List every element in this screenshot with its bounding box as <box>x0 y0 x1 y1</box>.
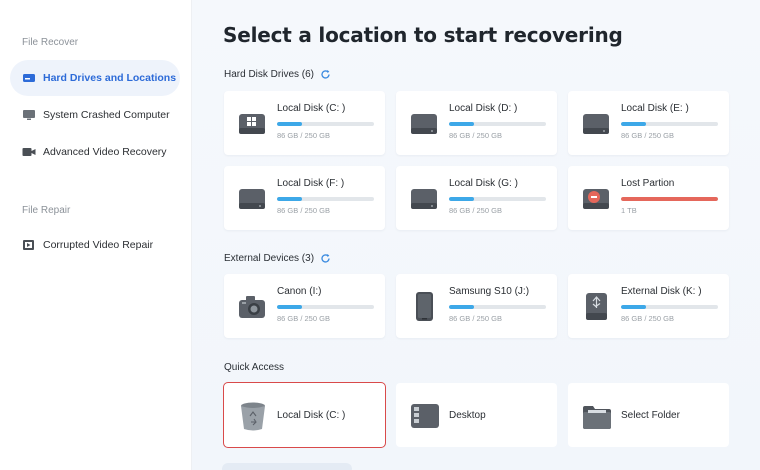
usage-fill <box>277 305 303 309</box>
hard-disk-drives-heading: Hard Disk Drives (6) <box>224 69 331 80</box>
device-card-samsung[interactable]: Samsung S10 (J:) 86 GB / 250 GB <box>396 274 557 338</box>
video-repair-icon <box>22 239 36 251</box>
external-disk-icon <box>582 291 610 321</box>
drive-name: Local Disk (D: ) <box>449 103 518 114</box>
drive-name: Local Disk (G: ) <box>449 178 518 189</box>
device-size: 86 GB / 250 GB <box>449 314 502 323</box>
sidebar-item-hard-drives[interactable]: Hard Drives and Locations <box>10 60 180 96</box>
sidebar: File Recover Hard Drives and Locations S… <box>0 0 192 470</box>
drive-icon <box>410 108 438 138</box>
device-name: External Disk (K: ) <box>621 286 702 297</box>
sidebar-item-label: Advanced Video Recovery <box>43 146 167 158</box>
quick-access-label: Quick Access <box>224 362 285 373</box>
quick-card-select-folder[interactable]: Select Folder <box>568 383 729 447</box>
refresh-icon[interactable] <box>320 69 331 80</box>
quick-name: Local Disk (C: ) <box>277 410 346 421</box>
usage-bar <box>449 305 546 309</box>
usage-bar <box>449 197 546 201</box>
usage-fill <box>621 122 647 126</box>
drive-card-e[interactable]: Local Disk (E: ) 86 GB / 250 GB <box>568 91 729 155</box>
sidebar-item-label: System Crashed Computer <box>43 109 170 121</box>
drive-card-lost-partition[interactable]: Lost Partion 1 TB <box>568 166 729 230</box>
quick-name: Desktop <box>449 410 486 421</box>
usage-fill <box>621 197 718 201</box>
drive-size: 86 GB / 250 GB <box>277 206 330 215</box>
quick-card-desktop[interactable]: Desktop <box>396 383 557 447</box>
section-file-recover: File Recover <box>22 37 79 48</box>
drive-card-c[interactable]: Local Disk (C: ) 86 GB / 250 GB <box>224 91 385 155</box>
usage-fill <box>449 305 475 309</box>
device-name: Samsung S10 (J:) <box>449 286 530 297</box>
usage-bar <box>277 197 374 201</box>
sidebar-item-advanced-video[interactable]: Advanced Video Recovery <box>10 134 180 170</box>
sidebar-item-label: Corrupted Video Repair <box>43 239 154 251</box>
drive-icon <box>238 183 266 213</box>
refresh-icon[interactable] <box>320 253 331 264</box>
windows-drive-icon <box>238 108 266 138</box>
main-panel: Select a location to start recovering Ha… <box>192 0 760 470</box>
device-card-external-disk[interactable]: External Disk (K: ) 86 GB / 250 GB <box>568 274 729 338</box>
device-name: Canon (I:) <box>277 286 322 297</box>
sidebar-item-label: Hard Drives and Locations <box>43 72 177 84</box>
usage-bar <box>621 305 718 309</box>
drive-name: Local Disk (F: ) <box>277 178 345 189</box>
page-title: Select a location to start recovering <box>223 23 623 47</box>
hard-drive-icon <box>22 72 36 84</box>
device-size: 86 GB / 250 GB <box>277 314 330 323</box>
camera-icon <box>238 291 266 321</box>
usage-fill <box>621 305 647 309</box>
desktop-icon <box>410 400 440 432</box>
usage-bar <box>277 122 374 126</box>
drive-size: 86 GB / 250 GB <box>621 131 674 140</box>
usage-fill <box>449 197 475 201</box>
usage-bar <box>621 122 718 126</box>
monitor-icon <box>22 109 36 121</box>
section-file-repair: File Repair <box>22 205 71 216</box>
recycle-bin-icon <box>238 400 268 432</box>
drive-size: 86 GB / 250 GB <box>449 131 502 140</box>
sidebar-item-system-crashed[interactable]: System Crashed Computer <box>10 97 180 133</box>
drive-icon <box>582 108 610 138</box>
external-devices-label: External Devices (3) <box>224 253 315 264</box>
drive-card-g[interactable]: Local Disk (G: ) 86 GB / 250 GB <box>396 166 557 230</box>
folder-icon <box>582 400 612 432</box>
hard-disk-drives-label: Hard Disk Drives (6) <box>224 69 315 80</box>
drive-size: 1 TB <box>621 206 637 215</box>
bottom-link[interactable] <box>222 463 352 470</box>
device-size: 86 GB / 250 GB <box>621 314 674 323</box>
phone-icon <box>410 291 438 321</box>
lost-partition-icon <box>582 183 610 213</box>
usage-fill <box>277 122 303 126</box>
usage-bar <box>277 305 374 309</box>
drive-size: 86 GB / 250 GB <box>277 131 330 140</box>
usage-bar <box>449 122 546 126</box>
usage-bar <box>621 197 718 201</box>
drive-name: Lost Partion <box>621 178 675 189</box>
drive-size: 86 GB / 250 GB <box>449 206 502 215</box>
drive-card-d[interactable]: Local Disk (D: ) 86 GB / 250 GB <box>396 91 557 155</box>
sidebar-item-corrupted-video[interactable]: Corrupted Video Repair <box>10 227 180 263</box>
external-devices-heading: External Devices (3) <box>224 253 331 264</box>
drive-name: Local Disk (E: ) <box>621 103 689 114</box>
quick-name: Select Folder <box>621 410 680 421</box>
quick-card-recycle-bin[interactable]: Local Disk (C: ) <box>223 382 386 448</box>
usage-fill <box>277 197 303 201</box>
drive-icon <box>410 183 438 213</box>
drive-name: Local Disk (C: ) <box>277 103 346 114</box>
usage-fill <box>449 122 475 126</box>
video-camera-icon <box>22 146 36 158</box>
drive-card-f[interactable]: Local Disk (F: ) 86 GB / 250 GB <box>224 166 385 230</box>
device-card-canon[interactable]: Canon (I:) 86 GB / 250 GB <box>224 274 385 338</box>
quick-access-heading: Quick Access <box>224 362 284 373</box>
